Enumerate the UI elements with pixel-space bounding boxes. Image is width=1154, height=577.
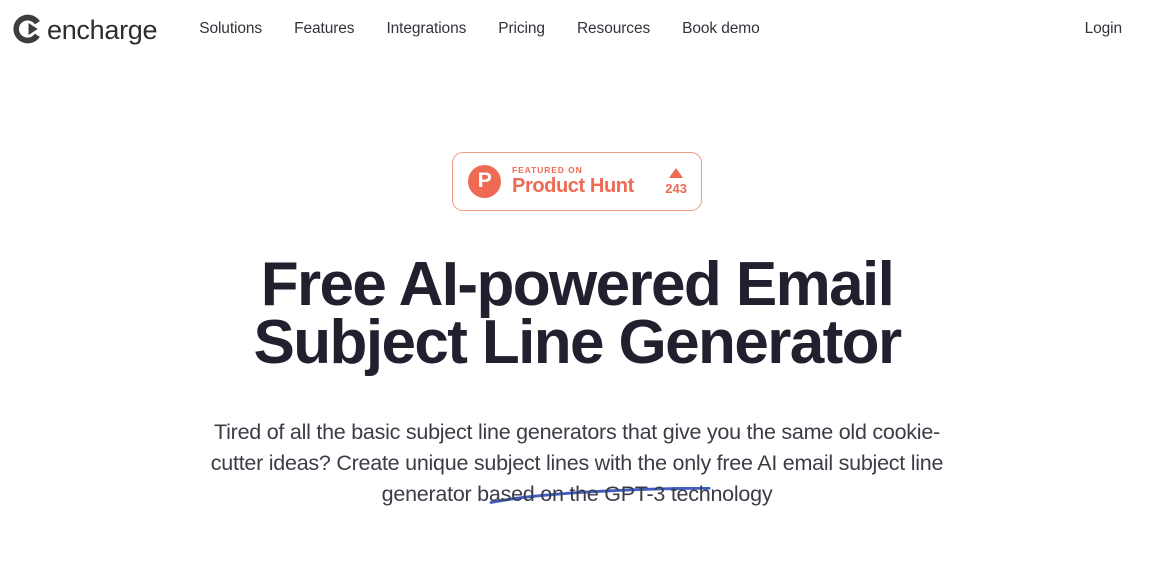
encharge-circle-arrow-logo-icon <box>10 11 46 47</box>
hero-subheading-wrapper: Tired of all the basic subject line gene… <box>197 417 957 510</box>
nav-item-pricing[interactable]: Pricing <box>482 14 561 44</box>
product-hunt-name: Product Hunt <box>512 175 634 198</box>
site-header: encharge Solutions Features Integrations… <box>0 0 1154 58</box>
login-link[interactable]: Login <box>1083 14 1124 44</box>
upvote-triangle-icon <box>669 168 684 178</box>
nav-item-features[interactable]: Features <box>278 14 370 44</box>
main-navigation: Solutions Features Integrations Pricing … <box>183 14 775 44</box>
brand-wordmark: encharge <box>47 14 158 45</box>
product-hunt-upvote[interactable]: 243 <box>661 168 687 195</box>
hero-subheading: Tired of all the basic subject line gene… <box>210 420 944 506</box>
page-title-line-2: Subject Line Generator <box>253 308 903 377</box>
nav-item-integrations[interactable]: Integrations <box>370 14 482 44</box>
nav-item-book-demo[interactable]: Book demo <box>666 14 776 44</box>
page-title: Free AI-powered Email Subject Line Gener… <box>254 254 903 374</box>
product-hunt-upvote-count: 243 <box>665 181 687 196</box>
hero-section: P FEATURED ON Product Hunt 243 Free AI-p… <box>0 58 1154 510</box>
product-hunt-logo-icon: P <box>468 165 501 198</box>
product-hunt-logo-letter: P <box>477 169 492 192</box>
nav-item-solutions[interactable]: Solutions <box>183 14 278 44</box>
nav-item-resources[interactable]: Resources <box>561 14 666 44</box>
brand-logo-link[interactable]: encharge <box>10 11 158 47</box>
product-hunt-featured-label: FEATURED ON <box>512 164 583 175</box>
product-hunt-badge[interactable]: P FEATURED ON Product Hunt 243 <box>452 152 702 211</box>
product-hunt-badge-text: FEATURED ON Product Hunt <box>512 165 650 198</box>
